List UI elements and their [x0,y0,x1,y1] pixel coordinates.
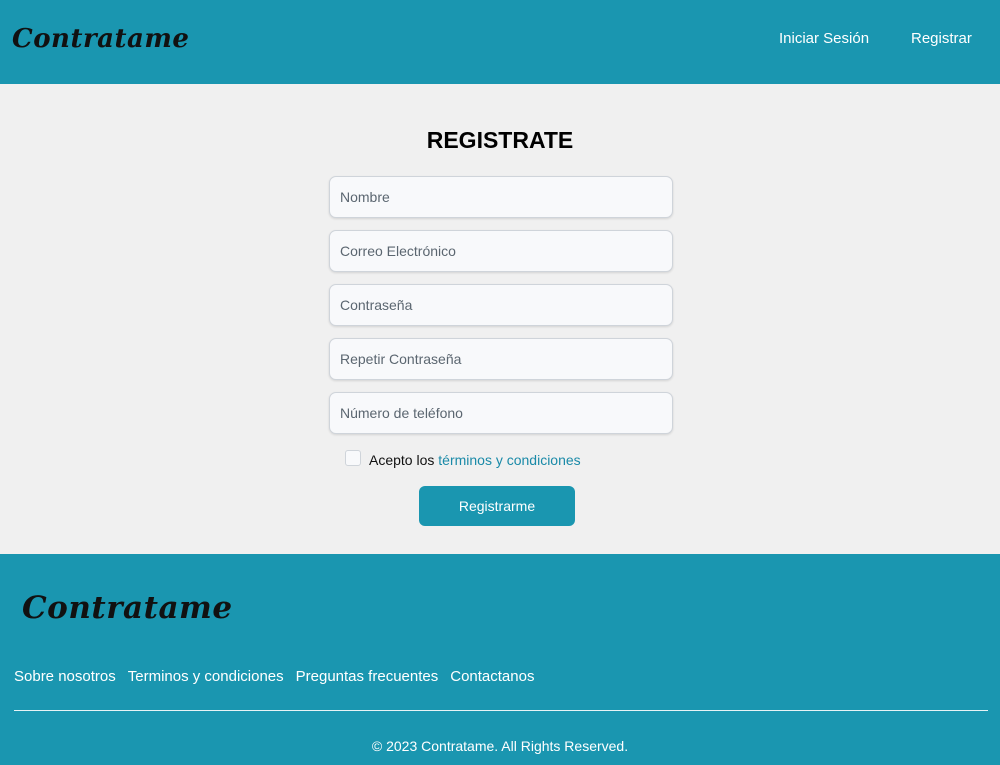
terms-label: Acepto los términos y condiciones [369,452,581,468]
footer-divider [14,710,988,711]
site-logo[interactable]: Contratame [12,24,189,54]
footer-logo[interactable]: Contratame [22,590,233,626]
phone-input[interactable] [329,392,673,434]
footer-link-about[interactable]: Sobre nosotros [14,668,116,685]
nav-register-link[interactable]: Registrar [911,30,972,47]
copyright-text: © 2023 Contratame. All Rights Reserved. [371,738,629,754]
repeat-password-input[interactable] [329,338,673,380]
registration-section: REGISTRATE Acepto los términos y condici… [0,84,1000,554]
terms-link[interactable]: términos y condiciones [438,452,580,468]
nav-login-link[interactable]: Iniciar Sesión [779,30,869,47]
email-input[interactable] [329,230,673,272]
footer-link-contact[interactable]: Contactanos [450,668,534,685]
page-title: REGISTRATE [426,127,574,153]
register-button[interactable]: Registrarme [419,486,575,526]
name-input[interactable] [329,176,673,218]
footer-link-faq[interactable]: Preguntas frecuentes [296,668,439,685]
site-footer: Contratame Sobre nosotros Terminos y cond… [0,554,1000,765]
site-header: Contratame Iniciar Sesión Registrar [0,0,1000,84]
terms-prefix: Acepto los [369,452,435,468]
footer-link-terms[interactable]: Terminos y condiciones [128,668,284,685]
password-input[interactable] [329,284,673,326]
terms-checkbox[interactable] [345,450,361,466]
footer-nav: Sobre nosotros Terminos y condiciones Preg… [14,668,546,685]
